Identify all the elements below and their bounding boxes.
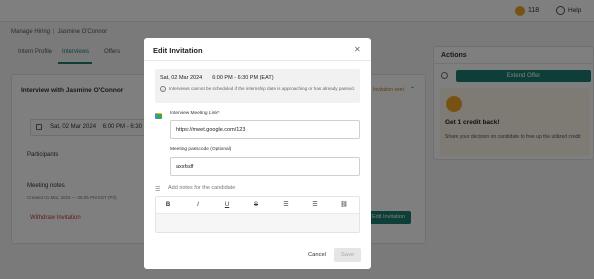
info-icon: i <box>160 86 166 92</box>
strikethrough-button[interactable]: S <box>250 201 262 210</box>
schedule-note: Interviews cannot be scheduled if the in… <box>169 86 355 91</box>
google-meet-icon <box>155 113 162 119</box>
schedule-time: 6:00 PM - 6:30 PM (EAT) <box>212 75 274 81</box>
bold-button[interactable]: B <box>162 201 174 210</box>
modal-title: Edit Invitation <box>153 46 203 55</box>
bullet-list-button[interactable]: ☰ <box>280 201 292 210</box>
italic-button[interactable]: I <box>192 201 204 210</box>
meeting-link-input[interactable] <box>170 120 360 139</box>
schedule-date: Sat, 02 Mar 2024 <box>160 75 203 81</box>
notes-editor[interactable]: B I U S ☰ ☰ ⛓ <box>155 196 360 233</box>
save-button[interactable]: Save <box>334 248 361 262</box>
edit-invitation-modal: Edit Invitation ✕ Sat, 02 Mar 2024 6:00 P… <box>144 38 371 269</box>
underline-button[interactable]: U <box>221 201 233 210</box>
meeting-link-label: Interview Meeting Link* <box>170 111 220 116</box>
schedule-datetime: Sat, 02 Mar 2024 6:00 PM - 6:30 PM (EAT) <box>160 75 274 81</box>
numbered-list-button[interactable]: ☰ <box>309 201 321 210</box>
cancel-button[interactable]: Cancel <box>303 250 331 261</box>
notes-placeholder: Add notes for the candidate <box>168 185 236 191</box>
passcode-input[interactable] <box>170 157 360 176</box>
link-button[interactable]: ⛓ <box>338 201 350 210</box>
notes-icon: ☰ <box>155 187 161 193</box>
modal-header-divider <box>144 60 371 61</box>
editor-toolbar: B I U S ☰ ☰ ⛓ <box>156 197 359 214</box>
schedule-info-box: Sat, 02 Mar 2024 6:00 PM - 6:30 PM (EAT) … <box>155 69 360 103</box>
passcode-label: Meeting passcode (Optional) <box>170 147 232 152</box>
close-icon[interactable]: ✕ <box>354 46 361 54</box>
